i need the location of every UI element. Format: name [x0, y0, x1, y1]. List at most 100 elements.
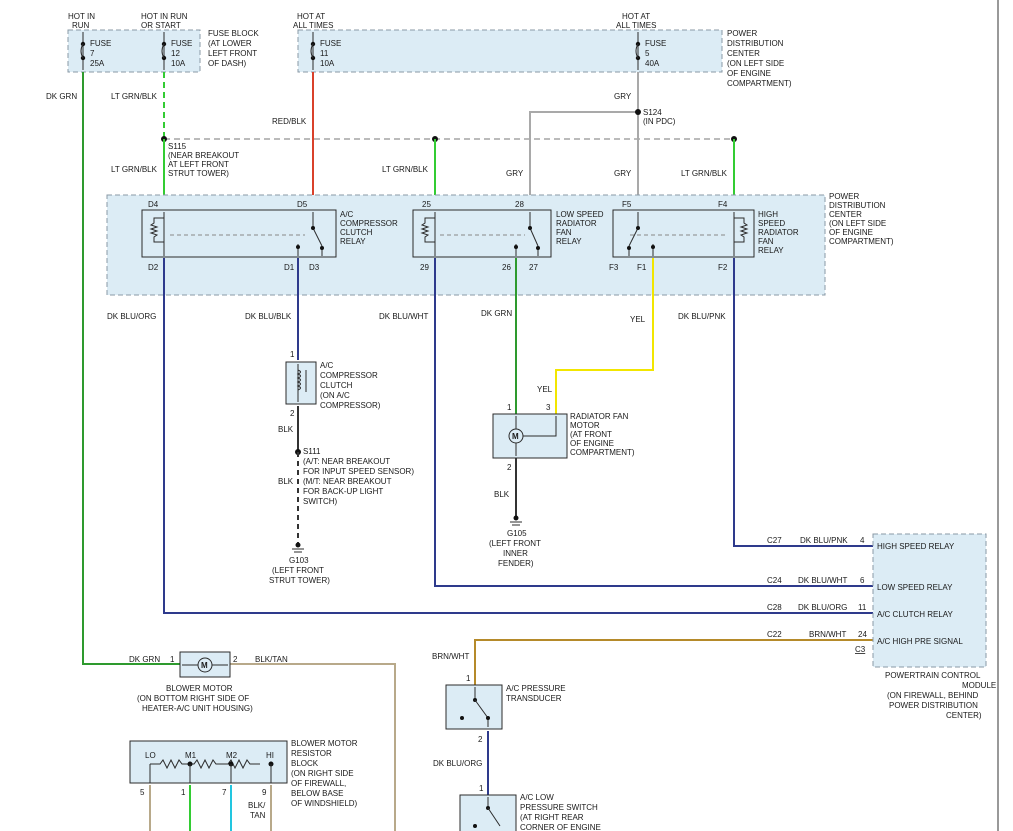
- s124-label: S124 (IN PDC): [643, 108, 676, 126]
- dk-blu-org-label-2: DK BLU/ORG: [433, 759, 482, 768]
- s111-label: S111 (A/T: NEAR BREAKOUT FOR INPUT SPEED S…: [303, 447, 414, 506]
- svg-text:29: 29: [420, 263, 429, 272]
- yel-label-1: YEL: [630, 315, 646, 324]
- pdc-label-top: POWER DISTRIBUTION CENTER (ON LEFT SIDE OF E…: [727, 29, 792, 88]
- svg-text:5: 5: [140, 788, 145, 797]
- ac-compressor-clutch: 1 2 A/C COMPRESSOR CLUTCH (ON A/C COMPRESSOR…: [285, 350, 381, 418]
- svg-text:HI: HI: [266, 751, 274, 760]
- svg-text:M2: M2: [226, 751, 238, 760]
- gry-label-1: GRY: [614, 92, 632, 101]
- dk-grn-label-3: DK GRN: [129, 655, 160, 664]
- svg-text:F2: F2: [718, 263, 728, 272]
- svg-text:D5: D5: [297, 200, 308, 209]
- svg-text:1: 1: [507, 403, 512, 412]
- hot-at-all-times-label-2: HOT AT ALL TIMES: [616, 12, 656, 30]
- blower-resistor-block: LO M1 M2 HI BLOWER MOTOR RESISTOR BLOCK (ON…: [129, 739, 358, 808]
- svg-text:D4: D4: [148, 200, 159, 209]
- pcm-label: POWERTRAIN CONTROL MODULE (ON FIREWALL, BE…: [885, 671, 996, 720]
- resistor-block-label: BLOWER MOTOR RESISTOR BLOCK (ON RIGHT SIDE O…: [291, 739, 358, 808]
- svg-text:25: 25: [422, 200, 431, 209]
- svg-text:C22: C22: [767, 630, 782, 639]
- ac-clutch-label: A/C COMPRESSOR CLUTCH (ON A/C COMPRESSOR): [320, 361, 381, 410]
- lt-grn-blk-label-4: LT GRN/BLK: [681, 169, 728, 178]
- pdc-fuse-box: HOT AT ALL TIMES HOT AT ALL TIMES FUSE 11 10…: [293, 12, 792, 88]
- svg-text:BRN/WHT: BRN/WHT: [809, 630, 846, 639]
- hot-in-run-start-label: HOT IN RUN OR START: [141, 12, 188, 30]
- svg-text:F1: F1: [637, 263, 647, 272]
- svg-text:D1: D1: [284, 263, 295, 272]
- blower-motor-label: BLOWER MOTOR (ON BOTTOM RIGHT SIDE OF HEAT…: [137, 684, 253, 713]
- g105-ground-icon: [510, 515, 522, 526]
- svg-text:C24: C24: [767, 576, 782, 585]
- svg-text:F4: F4: [718, 200, 728, 209]
- svg-text:11: 11: [858, 603, 867, 612]
- blk-label-2: BLK: [278, 477, 294, 486]
- blk-tan-label: BLK/TAN: [255, 655, 288, 664]
- s115-label: S115 (NEAR BREAKOUT AT LEFT FRONT STRUT TOW…: [168, 142, 239, 178]
- blk-tan-label-2: BLK/TAN: [248, 801, 266, 820]
- s124-splice: [635, 109, 641, 115]
- svg-text:C27: C27: [767, 536, 782, 545]
- powertrain-control-module: C27 DK BLU/PNK 4 HIGH SPEED RELAY C24 DK…: [767, 533, 996, 720]
- blk-label-1: BLK: [278, 425, 294, 434]
- yel-label-2: YEL: [537, 385, 553, 394]
- svg-text:D2: D2: [148, 263, 159, 272]
- pcm-high-speed-relay: HIGH SPEED RELAY: [877, 542, 955, 551]
- dk-grn-label-2: DK GRN: [481, 309, 512, 318]
- dk-blu-org-label-1: DK BLU/ORG: [107, 312, 156, 321]
- svg-text:M: M: [201, 661, 208, 670]
- pcm-ac-high-pre-signal: A/C HIGH PRE SIGNAL: [877, 637, 963, 646]
- fuse-block: HOT IN RUN HOT IN RUN OR START FUSE 7 25A FU…: [67, 12, 259, 73]
- svg-text:1: 1: [170, 655, 175, 664]
- pcm-low-speed-relay: LOW SPEED RELAY: [877, 583, 953, 592]
- svg-text:6: 6: [860, 576, 865, 585]
- brn-wht-wire: [474, 639, 873, 685]
- svg-text:2: 2: [507, 463, 512, 472]
- ac-low-pressure-switch: 1 A/C LOW PRESSURE SWITCH (AT RIGHT REAR CO…: [459, 784, 601, 831]
- svg-text:1: 1: [479, 784, 484, 793]
- hot-in-run-label: HOT IN RUN: [68, 12, 95, 30]
- svg-text:C28: C28: [767, 603, 782, 612]
- svg-text:M: M: [512, 432, 519, 441]
- svg-text:M1: M1: [185, 751, 197, 760]
- svg-text:F5: F5: [622, 200, 632, 209]
- pcm-connector-c3: C3: [855, 645, 866, 654]
- fan-motor-label: RADIATOR FAN MOTOR (AT FRONT OF ENGINE COMPA…: [570, 412, 635, 457]
- dk-grn-wire: [82, 72, 180, 665]
- svg-text:7: 7: [222, 788, 227, 797]
- dk-blu-pnk-label: DK BLU/PNK: [678, 312, 726, 321]
- svg-text:28: 28: [515, 200, 524, 209]
- transducer-label: A/C PRESSURE TRANSDUCER: [506, 684, 566, 703]
- lt-grn-blk-label-2: LT GRN/BLK: [111, 165, 158, 174]
- g105-label: G105 (LEFT FRONT INNER FENDER): [489, 529, 541, 568]
- radiator-fan-motor: 1 3 2 M RADIATOR FAN MOTOR (AT FRONT OF ENG…: [492, 403, 635, 472]
- svg-text:1: 1: [181, 788, 186, 797]
- hot-at-all-times-label-1: HOT AT ALL TIMES: [293, 12, 333, 30]
- svg-text:DK BLU/WHT: DK BLU/WHT: [798, 576, 847, 585]
- g103-ground-icon: [292, 542, 304, 553]
- dk-blu-blk-label: DK BLU/BLK: [245, 312, 292, 321]
- brn-wht-label: BRN/WHT: [432, 652, 469, 661]
- svg-text:DK BLU/ORG: DK BLU/ORG: [798, 603, 847, 612]
- svg-text:1: 1: [290, 350, 295, 359]
- svg-text:F3: F3: [609, 263, 619, 272]
- dk-grn-wire-label: DK GRN: [46, 92, 77, 101]
- dk-blu-wht-label: DK BLU/WHT: [379, 312, 428, 321]
- gry-label-2: GRY: [506, 169, 524, 178]
- svg-text:LO: LO: [145, 751, 156, 760]
- svg-text:2: 2: [233, 655, 238, 664]
- svg-text:24: 24: [858, 630, 867, 639]
- svg-text:4: 4: [860, 536, 865, 545]
- svg-text:D3: D3: [309, 263, 320, 272]
- pcm-ac-clutch-relay: A/C CLUTCH RELAY: [877, 610, 954, 619]
- fuse-block-label: FUSE BLOCK (AT LOWER LEFT FRONT OF DASH): [208, 29, 259, 68]
- svg-text:DK BLU/PNK: DK BLU/PNK: [800, 536, 848, 545]
- svg-text:2: 2: [290, 409, 295, 418]
- svg-text:2: 2: [478, 735, 483, 744]
- red-blk-label: RED/BLK: [272, 117, 307, 126]
- wiring-diagram: HOT IN RUN HOT IN RUN OR START FUSE 7 25A FU…: [46, 0, 999, 831]
- svg-text:3: 3: [546, 403, 551, 412]
- gry-label-3: GRY: [614, 169, 632, 178]
- lt-grn-blk-label-3: LT GRN/BLK: [382, 165, 429, 174]
- pdc-label-relays: POWER DISTRIBUTION CENTER (ON LEFT SIDE OF E…: [829, 192, 894, 246]
